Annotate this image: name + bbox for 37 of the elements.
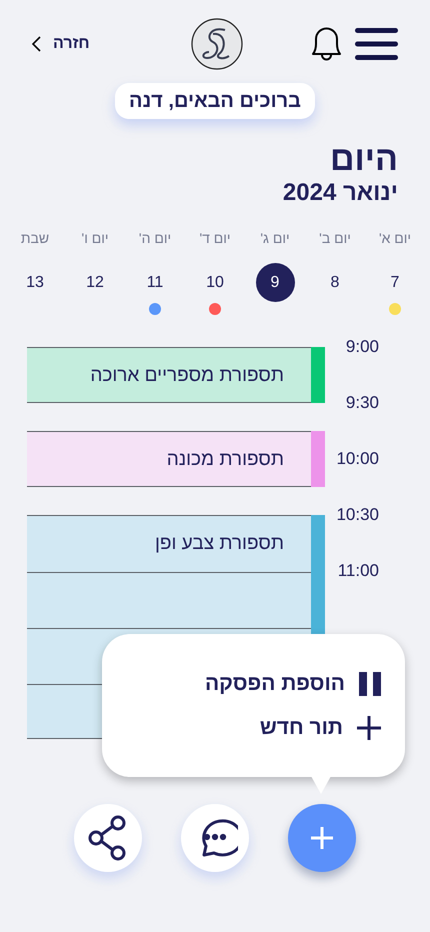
weekday-label: שבת — [20, 229, 50, 247]
month-label: ינואר 2024 — [282, 179, 398, 207]
day-button[interactable]: 9 — [256, 263, 294, 302]
day-button[interactable]: 13 — [16, 263, 54, 302]
appointment-title: תספורת מכונה — [166, 448, 284, 472]
bell-icon[interactable] — [310, 26, 343, 62]
menu-icon[interactable] — [355, 28, 398, 60]
time-label: 10:30 — [336, 504, 379, 526]
day-button[interactable]: 11 — [136, 263, 174, 302]
day-button[interactable]: 10 — [196, 263, 234, 302]
weekday-label: יום ג' — [260, 229, 290, 247]
appointment-title: תספורת מספריים ארוכה — [90, 364, 284, 388]
weekday-label: יום א' — [378, 229, 412, 247]
add-button[interactable] — [288, 804, 356, 872]
weekday-label: יום ה' — [138, 229, 172, 247]
time-label: 9:00 — [346, 336, 379, 358]
share-icon — [88, 815, 128, 861]
pause-icon — [359, 672, 381, 696]
appointment-block[interactable]: תספורת מכונה — [27, 431, 311, 487]
back-button[interactable]: חזרה — [32, 32, 90, 56]
time-label: 9:30 — [346, 392, 379, 414]
greeting: ברוכים הבאים, דנה — [115, 83, 315, 119]
logo-icon — [190, 18, 243, 70]
day-button[interactable]: 8 — [316, 263, 354, 302]
appointment-title: תספורת צבע ופן — [154, 532, 284, 556]
weekday-label: יום ד' — [199, 229, 231, 247]
time-label: 11:00 — [338, 560, 379, 582]
time-label: 10:00 — [336, 448, 379, 470]
day-button[interactable]: 12 — [76, 263, 114, 302]
plus-icon — [357, 716, 381, 740]
weekday-label: יום ב' — [319, 229, 351, 247]
day-button[interactable]: 7 — [376, 263, 414, 302]
page-title: היום — [330, 139, 398, 179]
weekday-label: יום ו' — [82, 229, 108, 247]
plus-icon — [310, 826, 334, 850]
chevron-icon — [32, 36, 42, 52]
appointment-block[interactable]: תספורת מספריים ארוכה — [27, 347, 311, 403]
